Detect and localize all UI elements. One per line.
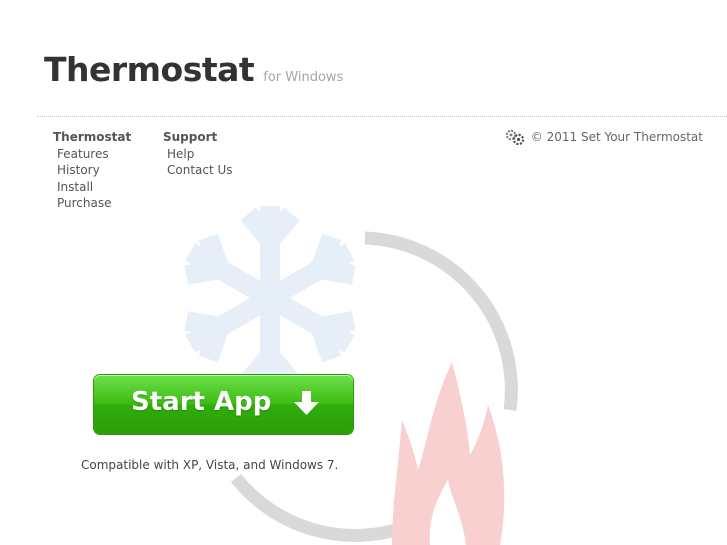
start-app-label: Start App — [131, 387, 272, 417]
nav-heading-thermostat: Thermostat — [53, 130, 132, 144]
start-app-button[interactable]: Start App — [94, 375, 353, 434]
nav-link-install[interactable]: Install — [57, 179, 131, 196]
copyright: © 2011 Set Your Thermostat — [505, 129, 703, 145]
nav-support: Support Help Contact Us — [163, 129, 233, 179]
header-divider — [37, 116, 727, 117]
flame-icon — [392, 362, 505, 545]
nav-heading-support: Support — [163, 130, 218, 144]
nav-link-contact-us[interactable]: Contact Us — [167, 162, 233, 179]
nav-link-help[interactable]: Help — [167, 146, 233, 163]
gears-icon — [505, 129, 524, 145]
nav-link-features[interactable]: Features — [57, 146, 131, 163]
nav-link-purchase[interactable]: Purchase — [57, 195, 131, 212]
copyright-text: © 2011 Set Your Thermostat — [530, 130, 703, 144]
nav-thermostat: Thermostat Features History Install Purc… — [53, 129, 131, 212]
page: Thermostat for Windows Thermostat Featur… — [0, 0, 727, 545]
compatibility-note: Compatible with XP, Vista, and Windows 7… — [81, 458, 339, 472]
brand-subtitle: for Windows — [263, 70, 344, 85]
down-arrow-icon — [294, 391, 319, 415]
snowflake-icon — [184, 206, 356, 390]
nav-link-history[interactable]: History — [57, 162, 131, 179]
brand: Thermostat for Windows — [44, 50, 343, 89]
brand-title: Thermostat — [44, 50, 255, 89]
